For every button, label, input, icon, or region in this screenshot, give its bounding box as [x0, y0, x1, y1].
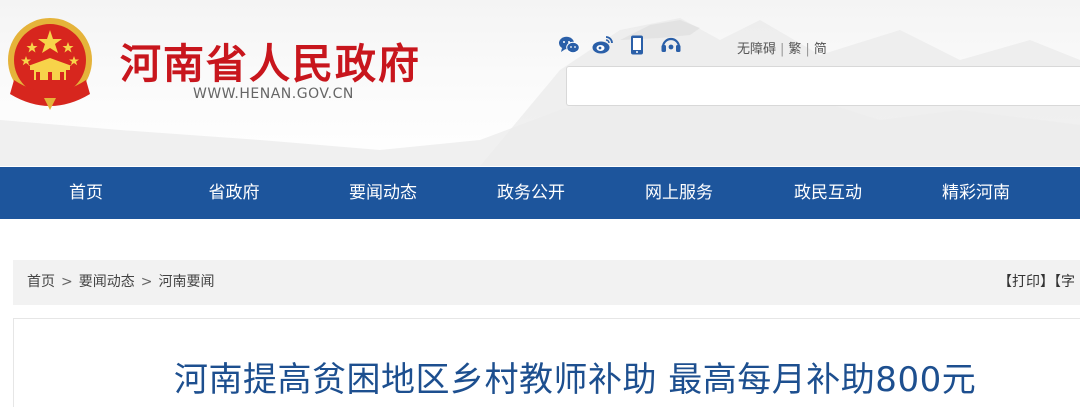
- nav-item-interaction[interactable]: 政民互动: [794, 167, 862, 219]
- top-links: 无障碍 | 繁 | 简: [737, 38, 827, 57]
- social-icons: [558, 34, 682, 56]
- link-separator: |: [805, 42, 810, 57]
- article-title: 河南提高贫困地区乡村教师补助 最高每月补助800元: [174, 360, 977, 400]
- nav-item-province-government[interactable]: 省政府: [209, 167, 260, 219]
- breadcrumb-news[interactable]: 要闻动态: [79, 274, 135, 290]
- traditional-chinese-link[interactable]: 繁: [788, 42, 801, 57]
- nav-item-henan[interactable]: 精彩河南: [942, 167, 1010, 219]
- breadcrumb-separator: >: [61, 274, 73, 290]
- search-input[interactable]: [566, 66, 1080, 106]
- site-url: WWW.HENAN.GOV.CN: [193, 86, 354, 102]
- weibo-icon[interactable]: [592, 34, 614, 56]
- simplified-chinese-link[interactable]: 简: [814, 42, 827, 57]
- nav-item-government-affairs[interactable]: 政务公开: [497, 167, 565, 219]
- article-tools: 【打印】【字: [998, 260, 1075, 305]
- breadcrumb-bar: 首页 > 要闻动态 > 河南要闻 【打印】【字: [13, 260, 1080, 305]
- main-nav: 首页 省政府 要闻动态 政务公开 网上服务 政民互动 精彩河南: [0, 167, 1080, 219]
- accessible-link[interactable]: 无障碍: [737, 42, 776, 57]
- site-header: 河南省人民政府 WWW.HENAN.GOV.CN 无障碍 | 繁 | 简: [0, 0, 1080, 166]
- breadcrumb: 首页 > 要闻动态 > 河南要闻: [27, 260, 214, 305]
- site-title[interactable]: 河南省人民政府: [120, 30, 421, 90]
- breadcrumb-separator: >: [140, 274, 153, 290]
- breadcrumb-henan-news[interactable]: 河南要闻: [158, 274, 214, 290]
- wechat-icon[interactable]: [558, 34, 580, 56]
- nav-item-online-services[interactable]: 网上服务: [645, 167, 713, 219]
- print-button[interactable]: 【打印】: [998, 274, 1054, 290]
- link-separator: |: [780, 42, 785, 57]
- mobile-icon[interactable]: [626, 34, 648, 56]
- nav-item-home[interactable]: 首页: [69, 167, 103, 219]
- breadcrumb-home[interactable]: 首页: [27, 274, 55, 290]
- headset-icon[interactable]: [660, 34, 682, 56]
- font-size-button[interactable]: 【字: [1054, 274, 1075, 290]
- nav-item-news[interactable]: 要闻动态: [349, 167, 417, 219]
- national-emblem-logo: [8, 18, 92, 110]
